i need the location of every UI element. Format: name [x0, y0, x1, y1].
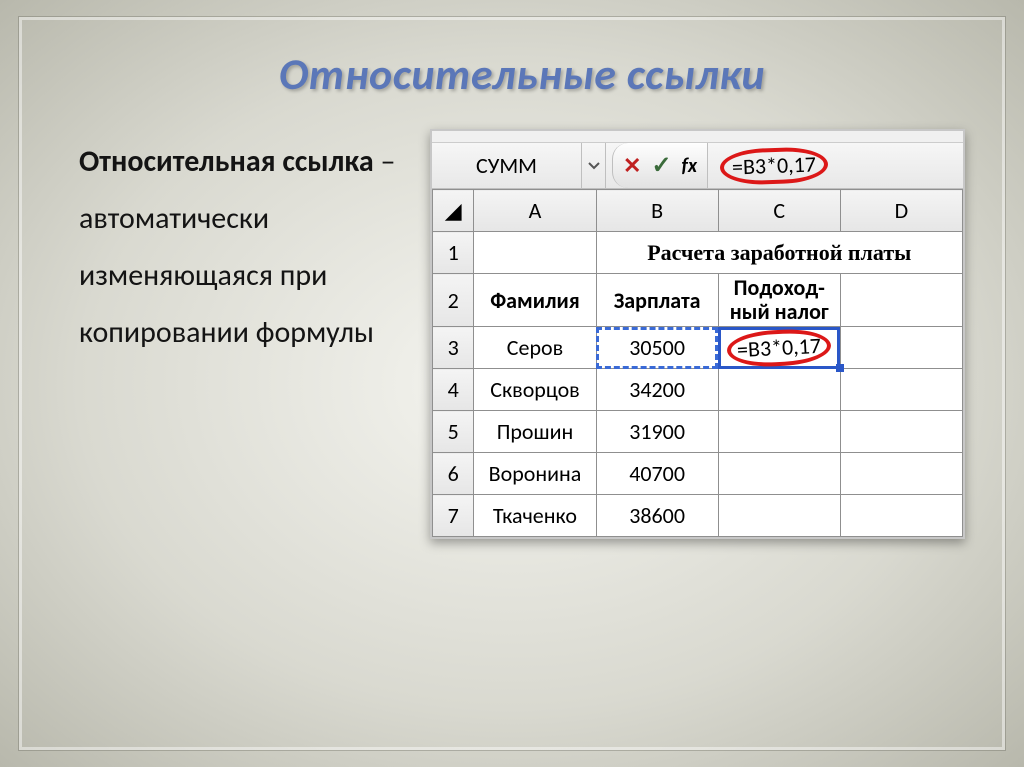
row-header-3[interactable]: 3 [433, 327, 474, 369]
cell-title[interactable]: Расчета заработной платы [596, 232, 962, 274]
row-1: 1 Расчета заработной платы [433, 232, 963, 274]
cell-A7[interactable]: Ткаченко [474, 495, 596, 537]
row-header-4[interactable]: 4 [433, 369, 474, 411]
cell-D2[interactable] [840, 274, 962, 327]
slide-frame: Относительные ссылки Относительная ссылк… [18, 16, 1006, 751]
row-3: 3 Серов 30500 =B3*0,17 [433, 327, 963, 369]
cell-B6[interactable]: 40700 [596, 453, 718, 495]
cell-C4[interactable] [718, 369, 840, 411]
cell-D5[interactable] [840, 411, 962, 453]
cell-B3[interactable]: 30500 [596, 327, 718, 369]
excel-ribbon-sliver [432, 131, 963, 143]
definition-text: Относительная ссылка – автоматически изм… [79, 129, 410, 361]
cancel-icon[interactable]: ✕ [623, 152, 641, 179]
formula-text-highlighted: =B3*0,17 [719, 146, 828, 186]
cell-D7[interactable] [840, 495, 962, 537]
row-header-7[interactable]: 7 [433, 495, 474, 537]
name-box-dropdown-icon[interactable] [582, 143, 606, 188]
cell-A6[interactable]: Воронина [474, 453, 596, 495]
col-header-C[interactable]: C [718, 190, 840, 232]
cell-A3[interactable]: Серов [474, 327, 596, 369]
cell-C3-active[interactable]: =B3*0,17 [718, 327, 840, 369]
excel-screenshot: СУММ ✕ ✓ fx =B3*0,17 ◢ A [430, 129, 965, 539]
row-2: 2 Фамилия Зарплата Подоход- ный налог [433, 274, 963, 327]
row-5: 5 Прошин 31900 [433, 411, 963, 453]
cell-C3-formula-highlighted: =B3*0,17 [726, 327, 832, 368]
slide-body: Относительная ссылка – автоматически изм… [79, 129, 965, 539]
cell-A2[interactable]: Фамилия [474, 274, 596, 327]
col-header-B[interactable]: B [596, 190, 718, 232]
cell-D3[interactable] [840, 327, 962, 369]
worksheet: ◢ A B C D 1 Расчета заработной платы 2 Ф… [432, 189, 963, 537]
cell-C6[interactable] [718, 453, 840, 495]
cell-C7[interactable] [718, 495, 840, 537]
enter-icon[interactable]: ✓ [651, 151, 671, 180]
formula-bar: СУММ ✕ ✓ fx =B3*0,17 [432, 143, 963, 189]
column-header-row: ◢ A B C D [433, 190, 963, 232]
cell-B2[interactable]: Зарплата [596, 274, 718, 327]
formula-input[interactable]: =B3*0,17 [708, 143, 963, 188]
row-6: 6 Воронина 40700 [433, 453, 963, 495]
definition-term: Относительная ссылка [79, 143, 374, 180]
slide-title: Относительные ссылки [79, 47, 965, 101]
name-box[interactable]: СУММ [432, 143, 582, 188]
row-header-6[interactable]: 6 [433, 453, 474, 495]
cell-D4[interactable] [840, 369, 962, 411]
spreadsheet-table: ◢ A B C D 1 Расчета заработной платы 2 Ф… [432, 189, 963, 537]
row-header-5[interactable]: 5 [433, 411, 474, 453]
row-header-1[interactable]: 1 [433, 232, 474, 274]
row-4: 4 Скворцов 34200 [433, 369, 963, 411]
cell-A5[interactable]: Прошин [474, 411, 596, 453]
fill-handle[interactable] [836, 364, 844, 372]
cell-A4[interactable]: Скворцов [474, 369, 596, 411]
row-header-2[interactable]: 2 [433, 274, 474, 327]
cell-D6[interactable] [840, 453, 962, 495]
cell-A1[interactable] [474, 232, 596, 274]
cell-B7[interactable]: 38600 [596, 495, 718, 537]
cell-B5[interactable]: 31900 [596, 411, 718, 453]
cell-C2[interactable]: Подоход- ный налог [718, 274, 840, 327]
row-7: 7 Ткаченко 38600 [433, 495, 963, 537]
select-all-corner[interactable]: ◢ [433, 190, 474, 232]
cell-C5[interactable] [718, 411, 840, 453]
formula-buttons: ✕ ✓ fx [612, 143, 708, 188]
cell-B4[interactable]: 34200 [596, 369, 718, 411]
fx-icon[interactable]: fx [682, 154, 698, 178]
col-header-A[interactable]: A [474, 190, 596, 232]
col-header-D[interactable]: D [840, 190, 962, 232]
